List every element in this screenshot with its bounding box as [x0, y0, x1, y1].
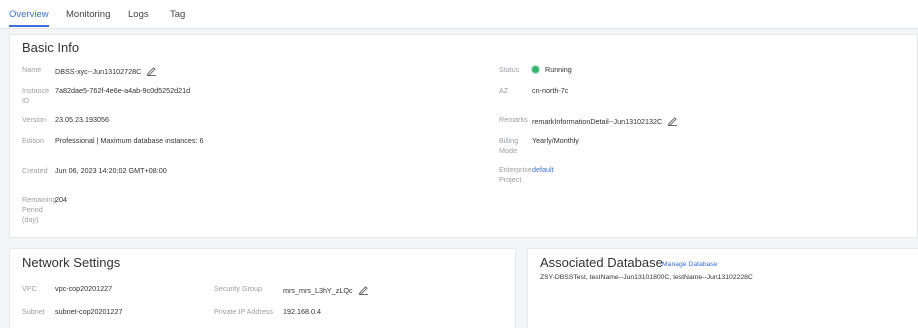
remaining-label-line2: Period — [22, 205, 43, 214]
instance-id-label-line2: ID — [22, 96, 30, 105]
network-settings-card: Network Settings VPC vpc-cop20201227 Sec… — [9, 248, 516, 328]
status-running-icon — [532, 66, 539, 73]
security-group-value: mrs_mrs_L3hY_zLQc — [283, 286, 353, 295]
private-ip-value: 192.168.0.4 — [283, 307, 321, 316]
tab-logs[interactable]: Logs — [128, 9, 149, 20]
associated-database-list: ZSY-DBSSTest, testName--Jun13101800C, te… — [540, 274, 753, 281]
network-settings-title: Network Settings — [22, 255, 121, 270]
tab-tag[interactable]: Tag — [170, 9, 185, 20]
security-group-value-row: mrs_mrs_L3hY_zLQc — [283, 284, 369, 296]
az-label: AZ — [499, 86, 509, 95]
az-value: cn-north-7c — [532, 86, 569, 95]
remarks-label: Remarks — [499, 115, 528, 124]
remaining-label-line3: (day) — [22, 215, 39, 224]
enterprise-project-link[interactable]: default — [532, 165, 554, 175]
subnet-label: Subnet — [22, 307, 45, 316]
name-value: DBSS-xyc--Jun13102728C — [55, 67, 142, 76]
associated-database-card: Associated Database Manage Database ZSY-… — [527, 248, 918, 328]
edition-value: Professional | Maximum database instance… — [55, 136, 204, 145]
security-group-label: Security Group — [214, 284, 262, 293]
active-tab-indicator — [9, 25, 49, 27]
remarks-value-row: remarkInformationDetail--Jun13102132C — [532, 115, 678, 127]
edit-name-icon[interactable] — [146, 65, 157, 76]
project-label-line2: Project — [499, 175, 522, 184]
private-ip-label: Private IP Address — [214, 307, 273, 316]
instance-id-value: 7a82dae5-762f-4e6e-a4ab-9c0d5252d21d — [55, 86, 191, 95]
remaining-period-label: Remaining Period (day) — [22, 195, 56, 225]
status-value-row: Running — [532, 65, 572, 75]
vpc-value: vpc-cop20201227 — [55, 284, 113, 293]
tab-overview[interactable]: Overview — [9, 9, 49, 20]
instance-id-label: Instance ID — [22, 86, 49, 106]
version-label: Version — [22, 115, 46, 124]
name-value-row: DBSS-xyc--Jun13102728C — [55, 65, 157, 77]
created-value: Jun 06, 2023 14:20:02 GMT+08:00 — [55, 166, 167, 175]
edit-remarks-icon[interactable] — [667, 115, 678, 126]
status-value: Running — [545, 65, 572, 74]
instance-id-label-line1: Instance — [22, 86, 50, 95]
billing-label-line2: Mode — [499, 146, 517, 155]
basic-info-title: Basic Info — [22, 40, 80, 55]
edit-security-group-icon[interactable] — [358, 284, 369, 295]
subnet-value: subnet-cop20201227 — [55, 307, 123, 316]
associated-database-title: Associated Database — [540, 255, 663, 270]
status-label: Status — [499, 65, 520, 74]
remaining-period-value: 204 — [55, 195, 67, 204]
basic-info-card: Basic Info Name DBSS-xyc--Jun13102728C I… — [9, 34, 918, 238]
billing-mode-label: Billing Mode — [499, 136, 518, 156]
tab-monitoring[interactable]: Monitoring — [66, 9, 110, 20]
created-label: Created — [22, 166, 48, 175]
billing-mode-value: Yearly/Monthly — [532, 136, 579, 145]
name-label: Name — [22, 65, 42, 74]
manage-database-link[interactable]: Manage Database — [662, 260, 718, 270]
remaining-label-line1: Remaining — [22, 195, 57, 204]
billing-label-line1: Billing — [499, 136, 519, 145]
version-value: 23.05.23.193056 — [55, 115, 109, 124]
vpc-label: VPC — [22, 284, 37, 293]
remarks-value: remarkInformationDetail--Jun13102132C — [532, 117, 663, 126]
edition-label: Edition — [22, 136, 44, 145]
tab-bar: Overview Monitoring Logs Tag — [0, 0, 918, 29]
project-label-line1: Enterprise — [499, 165, 532, 174]
enterprise-project-label: Enterprise Project — [499, 165, 532, 185]
